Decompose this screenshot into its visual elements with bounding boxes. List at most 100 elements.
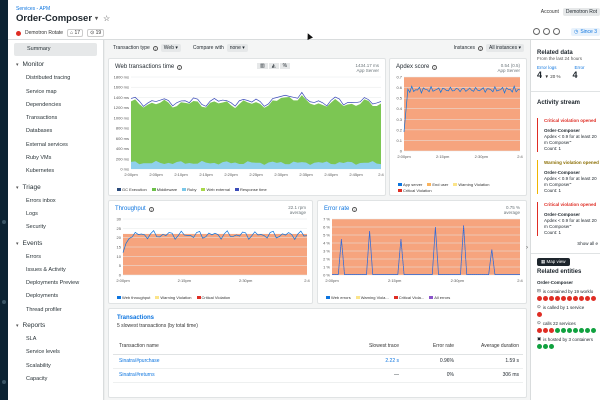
column-header[interactable]: Error rate <box>403 339 458 355</box>
legend-item[interactable]: Critical Violation <box>398 188 432 193</box>
card-stat: 0.54 (0.5) App Server <box>497 63 520 73</box>
sidebar-item-service-levels[interactable]: Service levels <box>8 346 103 359</box>
sidebar-item-logs[interactable]: Logs <box>8 208 103 221</box>
legend-item[interactable]: Warning Violation <box>453 182 490 187</box>
legend-item[interactable]: End user <box>427 182 448 187</box>
sidebar-item-thread-profiler[interactable]: Thread profiler <box>8 304 103 317</box>
info-icon[interactable]: i <box>148 206 154 212</box>
transaction-name-link[interactable]: Sinatra/#returns <box>113 368 323 383</box>
throughput-chart[interactable]: 30 25 20 15 10 5 02:00pm 2:15pm 2:30pm 2:4 <box>109 215 314 295</box>
legend-item[interactable]: Warning Violation <box>155 295 192 300</box>
table-row[interactable]: Sinatra/#purchase 2.22 s 0.96% 1.59 s <box>113 354 523 369</box>
legend-item[interactable]: App server <box>398 182 422 187</box>
sidebar-section-triage[interactable]: ▾ Triage <box>8 181 103 195</box>
activity-item[interactable]: Critical violation opened Order-Composer A… <box>537 118 600 152</box>
area-chart-icon[interactable]: ◭ <box>268 63 279 69</box>
table-row[interactable]: Sinatra/#returns — 0% 306 ms <box>113 368 523 383</box>
legend-item[interactable]: Warning Viola... <box>355 295 389 300</box>
chevron-down-icon[interactable]: ▾ <box>95 15 98 22</box>
sidebar-item-scalability[interactable]: Scalability <box>8 360 103 373</box>
legend-item[interactable]: Response time <box>234 187 267 192</box>
info-icon[interactable]: i <box>478 45 484 51</box>
relation-contained[interactable]: ⊟ is contained by 19 worklo <box>531 288 600 294</box>
map-view-button[interactable]: ▦ Map view <box>537 258 570 266</box>
nav-dot-icon[interactable] <box>2 380 6 384</box>
sidebar-item-service-map[interactable]: Service map <box>8 86 103 99</box>
legend-item[interactable]: GC Execution <box>117 187 147 192</box>
apdex-chart[interactable]: 0.7 0.6 0.5 0.4 0.3 0.2 0.1 02:00pm 2:15pm 2:30pm… <box>390 73 528 183</box>
legend-swatch <box>182 188 187 192</box>
tag-count-badge[interactable]: ⌂ 17 <box>67 29 84 37</box>
slowest-trace-link[interactable]: 2.22 s <box>323 354 403 369</box>
relation-called[interactable]: ⊙ is called by 1 service <box>531 304 600 310</box>
sidebar-section-events[interactable]: ▾ Events <box>8 237 103 251</box>
sidebar-item-dependencies[interactable]: Dependencies <box>8 99 103 112</box>
chevron-right-icon[interactable]: › <box>526 245 528 251</box>
x-tick-label: 2:10pm <box>174 172 188 177</box>
help-icon[interactable] <box>533 28 540 35</box>
transaction-type-select[interactable]: Web ▾ <box>160 44 181 52</box>
sidebar-item-deployments-preview[interactable]: Deployments Preview <box>8 277 103 290</box>
sidebar-item-distributed-tracing[interactable]: Distributed tracing <box>8 72 103 85</box>
sidebar-item-security[interactable]: Security <box>8 221 103 234</box>
column-header[interactable]: Transaction name <box>113 339 323 355</box>
legend-item[interactable]: Critical Viola... <box>393 295 424 300</box>
nav-dot-icon[interactable] <box>2 220 6 224</box>
breadcrumb[interactable]: Services - APM <box>16 6 50 12</box>
activity-item[interactable]: Critical violation opened Order-Composer A… <box>537 202 600 236</box>
error-rate-chart[interactable]: 7 % 6 % 5 % 4 % 3 % 2 % 1 % 0 %2:00pm 2:15pm 2:30… <box>318 215 528 295</box>
account-picker[interactable]: Account Demotron Rot <box>541 8 600 16</box>
legend-item[interactable]: Web throughput <box>117 295 150 300</box>
info-icon[interactable]: i <box>177 64 183 70</box>
sidebar-item-ruby-vms[interactable]: Ruby VMs <box>8 152 103 165</box>
info-icon[interactable]: i <box>352 206 358 212</box>
sidebar-item-deployments[interactable]: Deployments <box>8 290 103 303</box>
entity-name[interactable]: Order-Composer <box>16 13 92 24</box>
legend-item[interactable]: Ruby <box>182 187 196 192</box>
y-tick-label: 10 <box>117 254 122 259</box>
y-tick-label: 0 <box>400 149 403 154</box>
web-time-chart[interactable]: 1800 ms 1600 ms 1400 ms 1200 ms 1000 ms 800 m… <box>109 73 387 195</box>
account-select[interactable]: Demotron Rot <box>562 8 600 16</box>
sidebar-item-external-services[interactable]: External services <box>8 139 103 152</box>
percent-chart-icon[interactable]: % <box>279 63 291 69</box>
legend-item[interactable]: Web errors <box>326 295 351 300</box>
share-icon[interactable] <box>543 28 550 35</box>
info-icon[interactable]: i <box>152 45 158 51</box>
nav-dot-icon[interactable] <box>2 300 6 304</box>
column-header[interactable]: Average duration <box>458 339 523 355</box>
clock-icon: ◷ <box>573 29 579 35</box>
account-tag[interactable]: Demotron Rotate <box>25 30 63 36</box>
sidebar-item-errors-inbox[interactable]: Errors inbox <box>8 195 103 208</box>
sidebar-section-reports[interactable]: ▾ Reports <box>8 319 103 333</box>
star-icon[interactable]: ☆ <box>103 14 110 23</box>
activity-item[interactable]: Warning violation opened Order-Composer Ap… <box>537 160 600 194</box>
relation-hosted[interactable]: ▣ is hosted by 3 containers <box>531 336 600 342</box>
sidebar-item-sla[interactable]: SLA <box>8 333 103 346</box>
sidebar-item-issues-activity[interactable]: Issues & Activity <box>8 264 103 277</box>
card-title[interactable]: Transactions <box>117 315 154 321</box>
sidebar-item-transactions[interactable]: Transactions <box>8 112 103 125</box>
legend-item[interactable]: All errors <box>429 295 450 300</box>
column-header[interactable]: Slowest trace <box>323 339 403 355</box>
sidebar-item-summary[interactable]: Summary <box>14 43 97 57</box>
sidebar-item-capacity[interactable]: Capacity <box>8 373 103 386</box>
related-count-badge[interactable]: ⊙ 19 <box>87 29 105 37</box>
legend-item[interactable]: Critical Violation <box>196 295 230 300</box>
bar-chart-icon[interactable]: ▥ <box>257 63 268 69</box>
info-icon[interactable]: i <box>432 64 438 70</box>
time-picker[interactable]: ◷ Since 3 <box>570 28 600 36</box>
legend-item[interactable]: Middleware <box>151 187 177 192</box>
legend-item[interactable]: Web external <box>201 187 230 192</box>
compare-select[interactable]: none ▾ <box>226 44 248 52</box>
sidebar-item-kubernetes[interactable]: Kubernetes <box>8 165 103 178</box>
sidebar-item-errors[interactable]: Errors <box>8 251 103 264</box>
relation-calls[interactable]: ⊙ calls 22 services <box>531 320 600 326</box>
settings-icon[interactable] <box>553 28 560 35</box>
sidebar-item-databases[interactable]: Databases <box>8 125 103 138</box>
card-title[interactable]: Throughput i <box>115 206 154 212</box>
instances-select[interactable]: All instances ▾ <box>486 44 524 52</box>
card-title[interactable]: Error rate i <box>324 206 358 212</box>
sidebar-section-monitor[interactable]: ▾ Monitor <box>8 58 103 72</box>
transaction-name-link[interactable]: Sinatra/#purchase <box>113 354 323 369</box>
